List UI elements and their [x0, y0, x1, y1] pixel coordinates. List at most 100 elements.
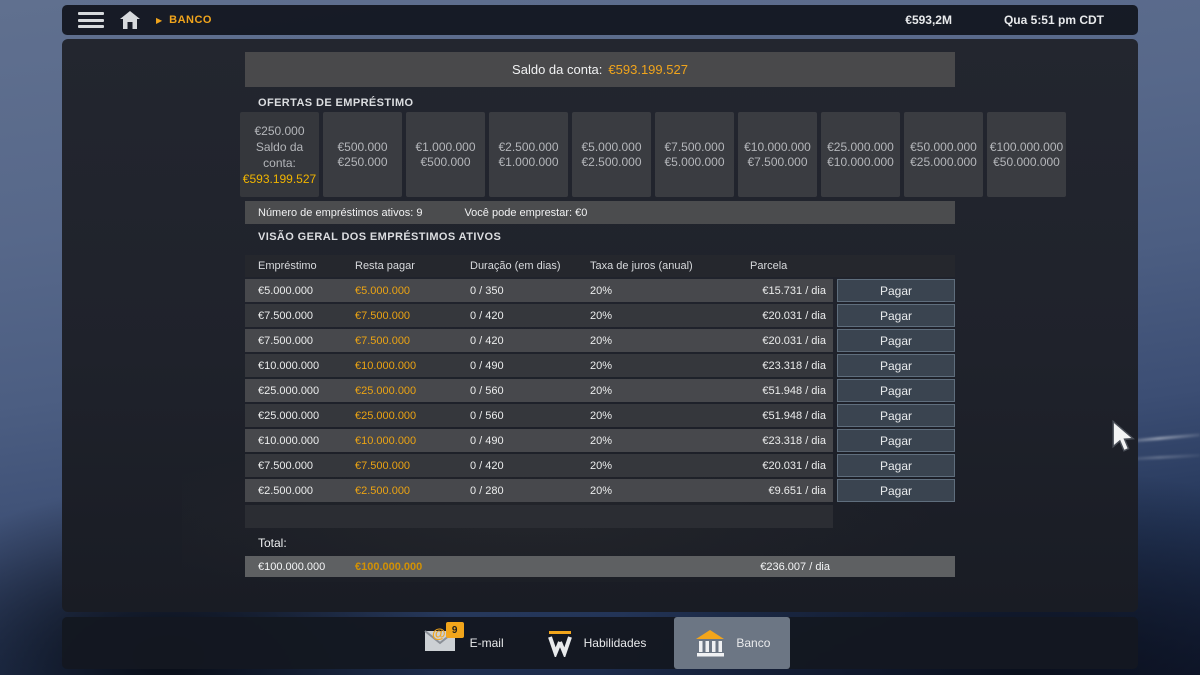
top-bar: ▶ BANCO €593,2M Qua 5:51 pm CDT [62, 5, 1138, 35]
email-badge: 9 [445, 622, 464, 638]
loan-installment: €23.318 / dia [762, 359, 826, 372]
offer-line2: €25.000.000 [910, 154, 977, 169]
loan-remaining: €10.000.000 [355, 359, 417, 372]
bottom-dock: @ 9 E-mail Habilidades Banco [62, 617, 1138, 669]
loan-amount: €2.500.000 [258, 484, 314, 497]
loan-amount: €7.500.000 [258, 334, 314, 347]
pay-button[interactable]: Pagar [837, 404, 955, 427]
loan-offer-list: €250.000 Saldo da conta: €593.199.527 €5… [240, 112, 1066, 197]
pay-button[interactable]: Pagar [837, 329, 955, 352]
loan-amount: €5.000.000 [258, 284, 314, 297]
loan-offer-5m[interactable]: €5.000.000 €2.500.000 [572, 112, 651, 197]
total-row: €100.000.000 €100.000.000 €236.007 / dia [245, 556, 955, 577]
offer-line1: €50.000.000 [910, 139, 977, 154]
loan-amount: €7.500.000 [258, 459, 314, 472]
loan-remaining: €7.500.000 [355, 309, 411, 322]
pay-button[interactable]: Pagar [837, 304, 955, 327]
offer-line1: €25.000.000 [827, 139, 894, 154]
loan-remaining: €25.000.000 [355, 384, 417, 397]
col-duration: Duração (em dias) [470, 260, 561, 272]
loan-duration: 0 / 490 [470, 434, 504, 447]
loan-rate: 20% [590, 484, 613, 497]
loan-offer-500k[interactable]: €500.000 €250.000 [323, 112, 402, 197]
loan-installment: €15.731 / dia [762, 284, 826, 297]
pay-button[interactable]: Pagar [837, 479, 955, 502]
pay-button[interactable]: Pagar [837, 379, 955, 402]
loan-remaining: €25.000.000 [355, 409, 417, 422]
loan-offer-50m[interactable]: €50.000.000 €25.000.000 [904, 112, 983, 197]
table-row: €7.500.000 €7.500.000 0 / 420 20% €20.03… [245, 329, 955, 352]
col-rate: Taxa de juros (anual) [590, 260, 693, 272]
loan-offer-7-5m[interactable]: €7.500.000 €5.000.000 [655, 112, 734, 197]
loan-installment: €51.948 / dia [762, 384, 826, 397]
offer-balance-highlight: €593.199.527 [242, 171, 317, 186]
loan-offer-250k[interactable]: €250.000 Saldo da conta: €593.199.527 [240, 112, 319, 197]
loan-duration: 0 / 560 [470, 384, 504, 397]
account-balance-label: Saldo da conta: [512, 62, 603, 77]
loan-rate: 20% [590, 309, 613, 322]
player-balance: €593,2M [905, 13, 952, 27]
offer-line1: €10.000.000 [744, 139, 811, 154]
loan-installment: €20.031 / dia [762, 309, 826, 322]
table-row: €2.500.000 €2.500.000 0 / 280 20% €9.651… [245, 479, 955, 502]
borrow-capacity: Você pode emprestar: €0 [464, 206, 588, 219]
loan-duration: 0 / 490 [470, 359, 504, 372]
table-scroll-filler [245, 505, 833, 528]
tab-skills[interactable]: Habilidades [532, 617, 661, 669]
offer-line1: €100.000.000 [989, 139, 1064, 154]
loan-rate: 20% [590, 384, 613, 397]
loan-installment: €20.031 / dia [762, 459, 826, 472]
bank-screen: ▶ BANCO €593,2M Qua 5:51 pm CDT Saldo da… [0, 0, 1200, 675]
breadcrumb-arrow-icon: ▶ [156, 15, 163, 25]
offer-line1: €500.000 [337, 139, 388, 154]
offer-line2: €10.000.000 [827, 154, 894, 169]
loan-offer-10m[interactable]: €10.000.000 €7.500.000 [738, 112, 817, 197]
offer-line2: €2.500.000 [581, 154, 642, 169]
mouse-cursor [1110, 419, 1140, 459]
pay-button[interactable]: Pagar [837, 279, 955, 302]
pay-button[interactable]: Pagar [837, 454, 955, 477]
account-balance-bar: Saldo da conta: €593.199.527 [245, 52, 955, 87]
svg-text:@: @ [432, 626, 446, 641]
loan-amount: €25.000.000 [258, 409, 320, 422]
table-row: €5.000.000 €5.000.000 0 / 350 20% €15.73… [245, 279, 955, 302]
loan-installment: €51.948 / dia [762, 409, 826, 422]
loan-rate: 20% [590, 434, 613, 447]
loan-offer-25m[interactable]: €25.000.000 €10.000.000 [821, 112, 900, 197]
table-row: €10.000.000 €10.000.000 0 / 490 20% €23.… [245, 354, 955, 377]
table-row: €7.500.000 €7.500.000 0 / 420 20% €20.03… [245, 304, 955, 327]
tab-bank[interactable]: Banco [674, 617, 791, 669]
table-row: €25.000.000 €25.000.000 0 / 560 20% €51.… [245, 379, 955, 402]
skills-icon [547, 631, 572, 657]
loan-remaining: €5.000.000 [355, 284, 411, 297]
offer-line2: €50.000.000 [993, 154, 1060, 169]
loan-amount: €7.500.000 [258, 309, 314, 322]
game-datetime: Qua 5:51 pm CDT [1003, 13, 1104, 27]
col-amount: Empréstimo [258, 260, 317, 272]
menu-icon[interactable] [78, 12, 104, 28]
loan-offer-1m[interactable]: €1.000.000 €500.000 [406, 112, 485, 197]
loan-rate: 20% [590, 409, 613, 422]
loan-installment: €20.031 / dia [762, 334, 826, 347]
loan-duration: 0 / 420 [470, 334, 504, 347]
loan-offer-2-5m[interactable]: €2.500.000 €1.000.000 [489, 112, 568, 197]
breadcrumb: BANCO [169, 14, 212, 26]
loan-remaining: €7.500.000 [355, 459, 411, 472]
loan-offers-title: OFERTAS DE EMPRÉSTIMO [258, 97, 414, 109]
pay-button[interactable]: Pagar [837, 354, 955, 377]
loan-duration: 0 / 350 [470, 284, 504, 297]
offer-line2: €500.000 [420, 154, 471, 169]
pay-button[interactable]: Pagar [837, 429, 955, 452]
loan-table-header: Empréstimo Resta pagar Duração (em dias)… [245, 255, 955, 277]
tab-email[interactable]: @ 9 E-mail [410, 617, 518, 669]
loan-duration: 0 / 420 [470, 309, 504, 322]
loan-remaining: €10.000.000 [355, 434, 417, 447]
home-icon[interactable] [120, 11, 140, 29]
loan-offer-100m[interactable]: €100.000.000 €50.000.000 [987, 112, 1066, 197]
offer-line2: €5.000.000 [664, 154, 725, 169]
total-installment: €236.007 / dia [760, 560, 830, 573]
table-row: €25.000.000 €25.000.000 0 / 560 20% €51.… [245, 404, 955, 427]
loan-duration: 0 / 280 [470, 484, 504, 497]
loan-remaining: €2.500.000 [355, 484, 411, 497]
loan-amount: €25.000.000 [258, 384, 320, 397]
